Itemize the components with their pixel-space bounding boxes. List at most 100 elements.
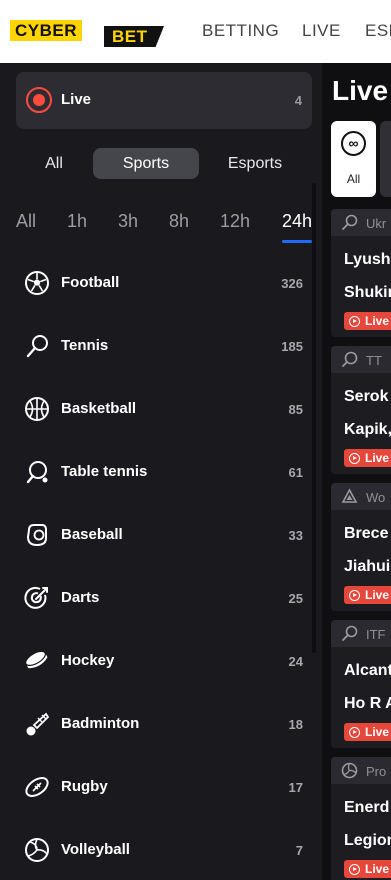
match-league-name: Wo	[366, 490, 386, 505]
sport-item-basketball[interactable]: Basketball 85	[0, 377, 312, 440]
live-panel-title: Live	[332, 75, 389, 106]
match-league-name: ITF	[366, 627, 386, 642]
sport-item-darts[interactable]: Darts 25	[0, 566, 312, 629]
timeframe-12h[interactable]: 12h	[220, 211, 250, 232]
timeframe-1h[interactable]: 1h	[67, 211, 87, 232]
sport-name: Rugby	[61, 778, 108, 795]
timeframe-8h[interactable]: 8h	[169, 211, 189, 232]
volleyball-icon	[25, 838, 49, 862]
football-icon	[25, 271, 49, 295]
live-badge: Live	[344, 586, 391, 604]
sport-name: Baseball	[61, 526, 123, 543]
live-matches-panel: Live ∞ All Ukr Lyush Shukin Live TT Sero	[322, 63, 391, 880]
match-player-1: Alcant	[344, 662, 391, 679]
match-player-1: Lyush	[344, 251, 391, 268]
sport-item-tennis[interactable]: Tennis 185	[0, 314, 312, 377]
match-league-header: TT	[331, 346, 391, 373]
live-badge-text: Live	[365, 588, 390, 602]
infinity-icon: ∞	[341, 131, 366, 156]
sport-item-rugby[interactable]: Rugby 17	[0, 755, 312, 818]
play-icon	[349, 590, 360, 601]
table-tennis-icon	[342, 351, 358, 367]
sport-count: 61	[288, 465, 303, 480]
segment-all[interactable]: All	[36, 148, 72, 179]
match-player-1: Enerd	[344, 799, 390, 816]
timeframe-24h[interactable]: 24h	[282, 211, 312, 232]
live-filter-card[interactable]: Live 4	[16, 72, 312, 129]
match-card[interactable]: Ukr Lyush Shukin Live	[331, 209, 391, 337]
play-icon	[349, 316, 360, 327]
nav-esports[interactable]: ESPORTS	[365, 21, 391, 41]
match-league-name: Pro	[366, 764, 387, 779]
play-icon	[349, 864, 360, 875]
live-badge-text: Live	[365, 725, 390, 739]
darts-icon	[24, 586, 48, 609]
live-badge-text: Live	[365, 451, 390, 465]
match-player-2: Kapik,	[344, 421, 391, 438]
nav-live[interactable]: LIVE	[302, 21, 341, 41]
sidebar-scrollbar[interactable]	[312, 183, 316, 653]
match-player-2: Shukin	[344, 284, 391, 301]
timeframe-all[interactable]: All	[16, 211, 36, 232]
cyberbet-logo[interactable]: CYBER BET	[10, 20, 164, 47]
sport-count: 25	[288, 591, 303, 606]
match-league-header: Pro	[331, 757, 391, 784]
sport-name: Tennis	[61, 337, 109, 354]
sport-count: 185	[281, 339, 303, 354]
tennis-icon	[342, 625, 358, 641]
match-card[interactable]: TT Serok Kapik, Live	[331, 346, 391, 474]
timeframe-active-underline	[282, 240, 312, 243]
sport-item-volleyball[interactable]: Volleyball 7	[0, 818, 312, 880]
segment-esports[interactable]: Esports	[218, 148, 292, 179]
sport-item-hockey[interactable]: Hockey 24	[0, 629, 312, 692]
tennis-icon	[342, 214, 358, 230]
match-player-1: Brece	[344, 525, 389, 542]
match-league-name: Ukr	[366, 216, 387, 231]
sport-name: Badminton	[61, 715, 140, 732]
match-league-header: Ukr	[331, 209, 391, 236]
sport-item-table-tennis[interactable]: Table tennis 61	[0, 440, 312, 503]
hockey-icon	[25, 650, 48, 669]
sport-name: Table tennis	[61, 463, 148, 480]
filter-all-label: All	[346, 172, 361, 186]
match-card[interactable]: ITF Alcant Ho R A Live	[331, 620, 391, 748]
match-player-2: Ho R A	[344, 695, 391, 712]
live-badge: Live	[344, 723, 391, 741]
match-league-header: Wo	[331, 483, 391, 510]
match-league-header: ITF	[331, 620, 391, 647]
sport-count: 33	[288, 528, 303, 543]
sport-item-baseball[interactable]: Baseball 33	[0, 503, 312, 566]
top-navigation-bar: CYBER BET BETTING LIVE ESPORTS	[0, 0, 391, 63]
live-indicator-icon	[26, 87, 52, 113]
sport-item-badminton[interactable]: Badminton 18	[0, 692, 312, 755]
rugby-icon	[25, 777, 49, 797]
basketball-icon	[25, 397, 49, 421]
sport-name: Volleyball	[61, 841, 130, 858]
match-card[interactable]: Wo Brece Jiahui Live	[331, 483, 391, 611]
match-league-name: TT	[366, 353, 382, 368]
nav-betting[interactable]: BETTING	[202, 21, 279, 41]
segment-sports[interactable]: Sports	[93, 148, 199, 179]
live-badge: Live	[344, 312, 391, 330]
live-count: 4	[294, 93, 302, 108]
sport-name: Basketball	[61, 400, 137, 417]
tournament-icon	[341, 488, 358, 503]
logo-cyber-text: CYBER	[10, 20, 83, 41]
sport-count: 7	[295, 843, 303, 858]
sport-item-football[interactable]: Football 326	[0, 251, 312, 314]
live-filter-next-button[interactable]	[380, 121, 391, 197]
tennis-icon	[26, 335, 48, 358]
match-player-1: Serok	[344, 388, 389, 405]
sport-count: 326	[281, 276, 303, 291]
sport-count: 85	[288, 402, 303, 417]
table-tennis-icon	[26, 461, 48, 484]
timeframe-3h[interactable]: 3h	[118, 211, 138, 232]
sport-count: 24	[288, 654, 303, 669]
sport-count: 17	[288, 780, 303, 795]
volleyball-icon	[341, 762, 358, 779]
live-filter-all-button[interactable]: ∞ All	[331, 121, 376, 197]
live-badge: Live	[344, 860, 391, 878]
match-card[interactable]: Pro Enerd Legion Live	[331, 757, 391, 880]
sport-count: 18	[288, 717, 303, 732]
badminton-icon	[26, 712, 50, 736]
